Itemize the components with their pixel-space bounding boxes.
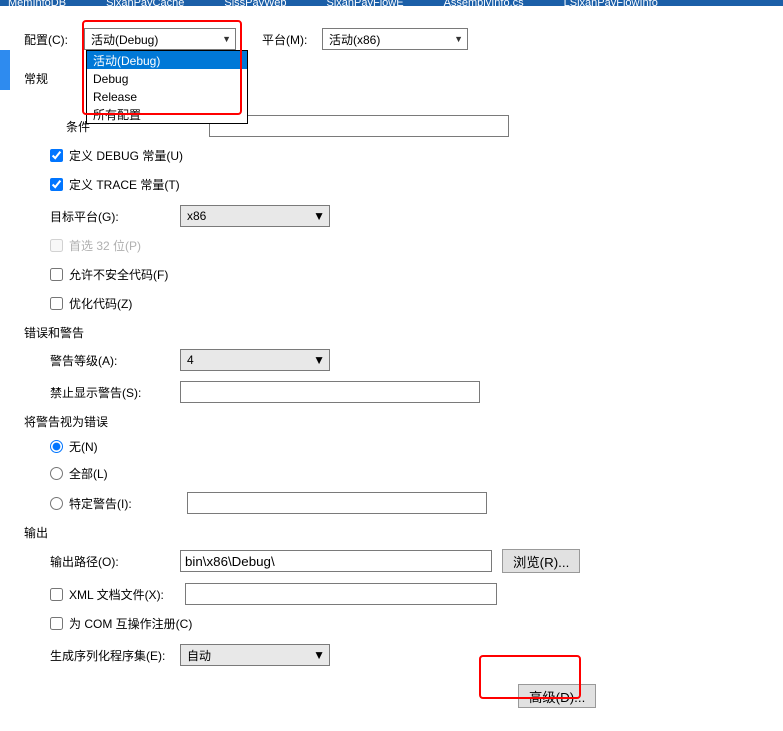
dropdown-item-debug[interactable]: Debug [87,69,247,87]
debug-const-label: 定义 DEBUG 常量(U) [69,147,183,164]
trace-const-checkbox[interactable] [50,178,63,191]
section-errors-warnings: 错误和警告 [24,324,759,341]
warning-level-label: 警告等级(A): [50,352,180,369]
configuration-dropdown-list: 活动(Debug) Debug Release 所有配置 [86,50,248,124]
prefer-32bit-label: 首选 32 位(P) [69,237,141,254]
dropdown-item-release[interactable]: Release [87,87,247,105]
target-platform-select[interactable]: x86 ▼ [180,205,330,227]
dropdown-item-all[interactable]: 所有配置 [87,105,247,123]
optimize-code-label: 优化代码(Z) [69,295,132,312]
treat-specific-radio[interactable] [50,497,63,510]
suppress-warnings-input[interactable] [180,381,480,403]
warning-level-value: 4 [187,353,194,367]
chevron-down-icon: ▼ [454,34,463,44]
warning-level-select[interactable]: 4 ▼ [180,349,330,371]
chevron-down-icon: ▼ [313,209,325,223]
section-treat-as-errors: 将警告视为错误 [24,413,759,430]
treat-all-label: 全部(L) [69,465,108,482]
browse-button-label: 浏览(R)... [513,552,569,571]
target-platform-value: x86 [187,209,206,223]
chevron-down-icon: ▼ [313,648,325,662]
suppress-warnings-label: 禁止显示警告(S): [50,384,180,401]
target-platform-label: 目标平台(G): [50,208,180,225]
conditional-symbols-label: 条件 [50,118,90,135]
unsafe-code-label: 允许不安全代码(F) [69,266,168,283]
section-output: 输出 [24,524,759,541]
browse-button[interactable]: 浏览(R)... [502,549,580,573]
treat-specific-label: 特定警告(I): [69,495,181,512]
prefer-32bit-checkbox [50,239,63,252]
chevron-down-icon: ▼ [313,353,325,367]
configuration-dropdown[interactable]: 活动(Debug) ▼ [84,28,236,50]
xml-doc-input[interactable] [185,583,497,605]
optimize-code-checkbox[interactable] [50,297,63,310]
output-path-label: 输出路径(O): [50,553,180,570]
platform-label: 平台(M): [262,31,322,48]
advanced-button-label: 高级(D)... [529,687,585,706]
treat-specific-input[interactable] [187,492,487,514]
serialization-label: 生成序列化程序集(E): [50,647,180,664]
serialization-select[interactable]: 自动 ▼ [180,644,330,666]
output-path-input[interactable] [180,550,492,572]
com-interop-checkbox[interactable] [50,617,63,630]
xml-doc-label: XML 文档文件(X): [69,586,179,603]
trace-const-label: 定义 TRACE 常量(T) [69,176,180,193]
platform-value: 活动(x86) [329,31,380,48]
configuration-label: 配置(C): [24,31,84,48]
com-interop-label: 为 COM 互操作注册(C) [69,615,192,632]
advanced-button[interactable]: 高级(D)... [518,684,596,708]
treat-none-radio[interactable] [50,440,63,453]
treat-none-label: 无(N) [69,438,98,455]
configuration-value: 活动(Debug) [91,31,158,48]
unsafe-code-checkbox[interactable] [50,268,63,281]
debug-const-checkbox[interactable] [50,149,63,162]
serialization-value: 自动 [187,647,211,664]
treat-all-radio[interactable] [50,467,63,480]
conditional-symbols-input[interactable] [209,115,509,137]
xml-doc-checkbox[interactable] [50,588,63,601]
chevron-down-icon: ▼ [222,34,231,44]
platform-dropdown[interactable]: 活动(x86) ▼ [322,28,468,50]
dropdown-item-active-debug[interactable]: 活动(Debug) [87,51,247,69]
